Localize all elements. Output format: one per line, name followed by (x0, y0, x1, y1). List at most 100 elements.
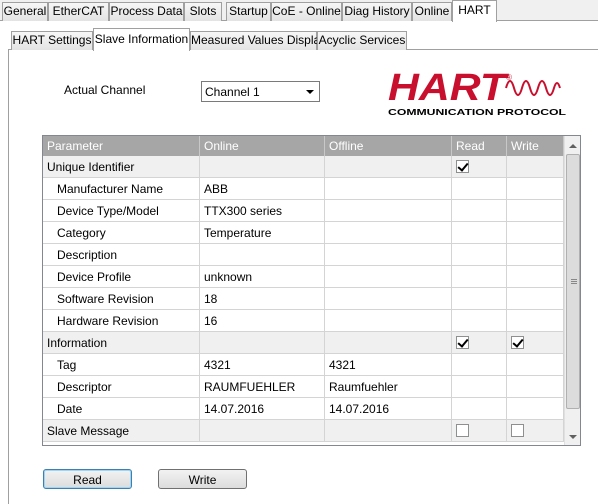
write-checkbox[interactable] (511, 336, 524, 349)
channel-select-value: Channel 1 (205, 85, 260, 99)
read-cell (452, 222, 507, 244)
read-cell (452, 156, 507, 178)
write-cell (507, 266, 564, 288)
read-cell (452, 244, 507, 266)
vertical-scrollbar[interactable] (564, 136, 580, 445)
thumb-grip (571, 283, 577, 284)
tab-coe-online[interactable]: CoE - Online (271, 2, 342, 21)
offline-cell (325, 288, 452, 310)
chevron-down-icon[interactable] (306, 90, 314, 94)
write-checkbox[interactable] (511, 424, 524, 437)
grid-row[interactable]: Device Profile unknown (43, 266, 564, 288)
offline-cell: Raumfuehler (325, 376, 452, 398)
offline-cell (325, 266, 452, 288)
param-cell: Category (43, 222, 200, 244)
tab-online[interactable]: Online (412, 2, 452, 21)
online-cell: RAUMFUEHLER (200, 376, 325, 398)
grid-row[interactable]: Descriptor RAUMFUEHLER Raumfuehler (43, 376, 564, 398)
grid-row[interactable]: Date 14.07.2016 14.07.2016 (43, 398, 564, 420)
scrollbar-thumb[interactable] (566, 154, 580, 409)
read-cell (452, 266, 507, 288)
grid-row[interactable]: Device Type/Model TTX300 series (43, 200, 564, 222)
grid-row[interactable]: Software Revision 18 (43, 288, 564, 310)
grid-group-row[interactable]: Unique Identifier (43, 156, 564, 178)
read-checkbox[interactable] (456, 424, 469, 437)
write-cell (507, 200, 564, 222)
read-cell (452, 310, 507, 332)
grid-row[interactable]: Hardware Revision 16 (43, 310, 564, 332)
read-cell (452, 178, 507, 200)
grid-row[interactable]: Manufacturer Name ABB (43, 178, 564, 200)
offline-cell (325, 178, 452, 200)
offline-cell (325, 222, 452, 244)
write-cell (507, 354, 564, 376)
read-cell (452, 398, 507, 420)
online-cell: 18 (200, 288, 325, 310)
scroll-up-icon[interactable] (565, 138, 580, 154)
grid-group-row[interactable]: Information (43, 332, 564, 354)
tab-ethercat[interactable]: EtherCAT (48, 2, 109, 21)
read-cell (452, 376, 507, 398)
hart-logo-tagline: COMMUNICATION PROTOCOL (388, 107, 566, 117)
online-cell: unknown (200, 266, 325, 288)
param-cell: Date (43, 398, 200, 420)
online-cell: TTX300 series (200, 200, 325, 222)
read-cell (452, 200, 507, 222)
grid-row[interactable]: Description (43, 244, 564, 266)
offline-cell: 14.07.2016 (325, 398, 452, 420)
tab-slave-information[interactable]: Slave Information (93, 28, 190, 51)
online-cell: 4321 (200, 354, 325, 376)
read-cell (452, 332, 507, 354)
online-cell: 16 (200, 310, 325, 332)
channel-select[interactable]: Channel 1 (201, 81, 320, 102)
write-cell (507, 310, 564, 332)
offline-cell (325, 310, 452, 332)
write-cell (507, 244, 564, 266)
write-button[interactable]: Write (158, 469, 247, 489)
read-cell (452, 420, 507, 442)
online-cell: ABB (200, 178, 325, 200)
tab-process-data[interactable]: Process Data (109, 2, 184, 21)
tab-diag-history[interactable]: Diag History (342, 2, 412, 21)
hart-logo-graphic: HART ® COMMUNICATION PROTOCOL (388, 67, 566, 117)
col-header-write: Write (507, 136, 564, 156)
read-button[interactable]: Read (43, 469, 132, 489)
write-cell (507, 156, 564, 178)
offline-cell: 4321 (325, 354, 452, 376)
slave-info-grid: Parameter Online Offline Read Write Uniq… (42, 135, 581, 446)
tab-hart-settings[interactable]: HART Settings (11, 31, 93, 50)
col-header-read: Read (452, 136, 507, 156)
write-cell (507, 398, 564, 420)
offline-cell (325, 156, 452, 178)
grid-row[interactable]: Category Temperature (43, 222, 564, 244)
online-cell: 14.07.2016 (200, 398, 325, 420)
hart-logo-word: HART (388, 67, 509, 109)
param-cell: Unique Identifier (43, 156, 200, 178)
grid-group-row[interactable]: Slave Message (43, 420, 564, 442)
param-cell: Description (43, 244, 200, 266)
param-cell: Descriptor (43, 376, 200, 398)
param-cell: Hardware Revision (43, 310, 200, 332)
tab-slots[interactable]: Slots (184, 2, 222, 21)
tab-acyclic-services[interactable]: Acyclic Services (317, 31, 407, 50)
param-cell: Manufacturer Name (43, 178, 200, 200)
read-checkbox[interactable] (456, 160, 469, 173)
tab-hart[interactable]: HART (452, 0, 497, 22)
online-cell (200, 156, 325, 178)
grid-row[interactable]: Tag 4321 4321 (43, 354, 564, 376)
online-cell: Temperature (200, 222, 325, 244)
tab-general[interactable]: General (2, 2, 48, 21)
param-cell: Information (43, 332, 200, 354)
offline-cell (325, 200, 452, 222)
write-cell (507, 332, 564, 354)
tab-measured-values-display[interactable]: Measured Values Display (190, 31, 326, 50)
write-cell (507, 288, 564, 310)
read-checkbox[interactable] (456, 336, 469, 349)
param-cell: Software Revision (43, 288, 200, 310)
scroll-down-icon[interactable] (565, 429, 580, 445)
col-header-offline: Offline (325, 136, 452, 156)
tab-startup[interactable]: Startup (226, 2, 271, 21)
write-cell (507, 178, 564, 200)
hart-logo: HART ® COMMUNICATION PROTOCOL (386, 66, 570, 118)
param-cell: Device Profile (43, 266, 200, 288)
